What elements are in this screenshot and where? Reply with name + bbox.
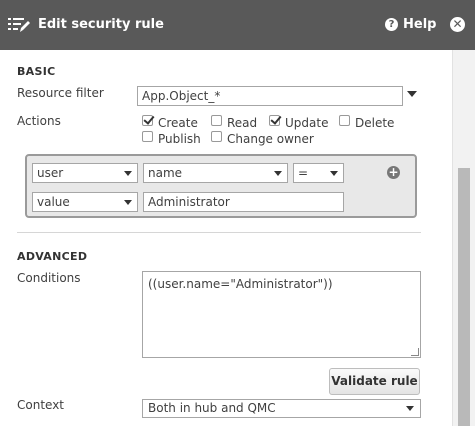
conditions-text: ((user.name="Administrator")): [148, 277, 333, 291]
conditions-label: Conditions: [17, 271, 81, 285]
basic-section-title: BASIC: [17, 65, 56, 78]
operator-select[interactable]: =: [293, 163, 344, 183]
publish-checkbox-label[interactable]: Publish: [158, 132, 201, 146]
help-icon[interactable]: ?: [385, 18, 398, 31]
read-checkbox[interactable]: [211, 115, 222, 126]
resource-filter-dropdown-icon[interactable]: [407, 91, 417, 97]
chevron-down-icon: [406, 406, 414, 411]
change-owner-checkbox[interactable]: [211, 131, 222, 142]
create-checkbox[interactable]: [142, 115, 153, 126]
resource-filter-label: Resource filter: [17, 86, 104, 100]
attribute-select-value: name: [148, 166, 183, 180]
context-label: Context: [17, 398, 65, 412]
chevron-down-icon: [124, 171, 132, 176]
resize-grip-icon[interactable]: [411, 348, 419, 356]
value-type-select-value: value: [37, 195, 70, 209]
section-divider: [17, 232, 421, 233]
chevron-down-icon: [124, 200, 132, 205]
advanced-section-title: ADVANCED: [17, 250, 88, 263]
actions-label: Actions: [17, 114, 61, 128]
change-owner-checkbox-label[interactable]: Change owner: [227, 132, 314, 146]
vertical-scrollbar[interactable]: [452, 50, 475, 426]
plus-icon[interactable]: +: [387, 166, 400, 179]
value-type-select[interactable]: value: [32, 192, 138, 212]
delete-checkbox-label[interactable]: Delete: [355, 116, 394, 130]
conditions-textarea[interactable]: ((user.name="Administrator")): [142, 271, 421, 358]
context-select-value: Both in hub and QMC: [148, 401, 276, 415]
chevron-down-icon: [274, 171, 282, 176]
publish-checkbox[interactable]: [142, 131, 153, 142]
context-select[interactable]: Both in hub and QMC: [142, 399, 421, 418]
validate-rule-button[interactable]: Validate rule: [329, 368, 420, 395]
read-checkbox-label[interactable]: Read: [227, 116, 257, 130]
help-link[interactable]: Help: [403, 17, 436, 32]
value-input[interactable]: Administrator: [143, 192, 344, 212]
close-icon[interactable]: ✕: [450, 17, 465, 32]
scrollbar-thumb[interactable]: [458, 168, 470, 426]
attribute-select[interactable]: name: [143, 163, 288, 183]
chevron-down-icon: [330, 171, 338, 176]
create-checkbox-label[interactable]: Create: [158, 116, 198, 130]
update-checkbox[interactable]: [269, 115, 280, 126]
dialog-header: Edit security rule ? Help ✕: [0, 0, 475, 50]
dialog-title: Edit security rule: [38, 17, 164, 32]
resource-filter-input[interactable]: App.Object_*: [137, 86, 403, 106]
update-checkbox-label[interactable]: Update: [285, 116, 328, 130]
delete-checkbox[interactable]: [339, 115, 350, 126]
operator-select-value: =: [298, 166, 309, 180]
subject-select[interactable]: user: [32, 163, 138, 183]
edit-list-icon: [8, 18, 30, 32]
subject-select-value: user: [37, 166, 64, 180]
